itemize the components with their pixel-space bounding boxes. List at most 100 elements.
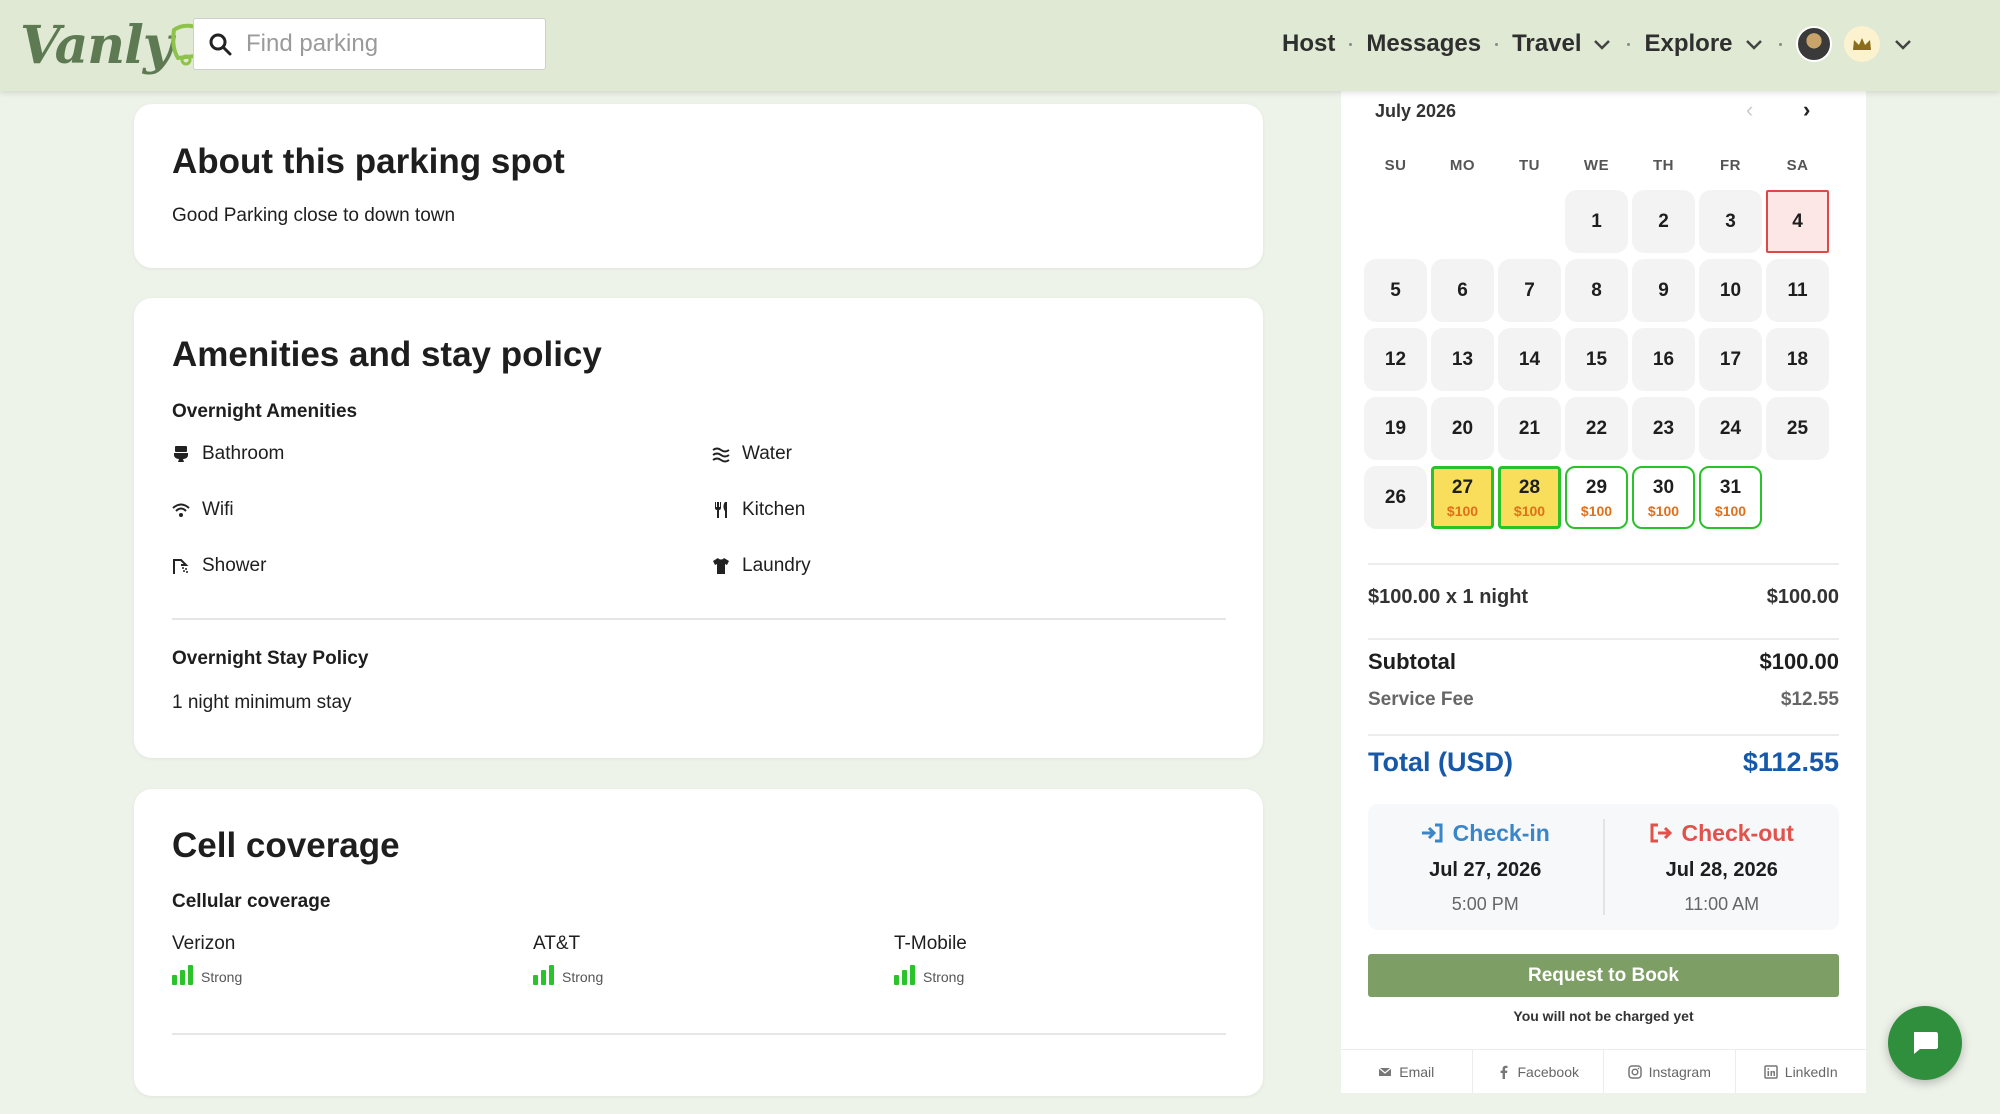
calendar-day[interactable]: 19 [1364, 397, 1427, 460]
day-number: 9 [1658, 279, 1669, 301]
calendar-day[interactable]: 21 [1498, 397, 1561, 460]
nav-travel[interactable]: Travel [1512, 30, 1613, 58]
check-out-date: Jul 28, 2026 [1665, 858, 1778, 881]
calendar-day[interactable]: 27 $100 [1431, 466, 1494, 529]
weekday-label: SU [1384, 157, 1407, 174]
nav-travel-label: Travel [1512, 30, 1582, 57]
share-email-label: Email [1399, 1063, 1435, 1080]
share-instagram-label: Instagram [1648, 1063, 1711, 1080]
calendar-day[interactable]: 7 [1498, 259, 1561, 322]
share-email[interactable]: Email [1341, 1050, 1473, 1093]
calendar-day[interactable]: 8 [1565, 259, 1628, 322]
check-in-out-box: Check-in Jul 27, 2026 5:00 PM Check-out … [1368, 804, 1839, 930]
search-input[interactable] [246, 30, 516, 58]
wifi-icon [172, 503, 190, 517]
total-value: $112.55 [1742, 747, 1839, 777]
nav-messages[interactable]: Messages [1366, 30, 1481, 58]
calendar-day[interactable]: 3 [1699, 190, 1762, 253]
day-number: 2 [1658, 210, 1669, 232]
day-number: 17 [1719, 348, 1742, 370]
subtotal-label: Subtotal [1368, 649, 1456, 674]
calendar-next-button[interactable]: › [1803, 97, 1810, 123]
weekday-label: WE [1583, 157, 1610, 174]
day-number: 14 [1518, 348, 1541, 370]
weekday-label: SA [1786, 157, 1809, 174]
share-instagram[interactable]: Instagram [1604, 1050, 1736, 1093]
calendar-day[interactable]: 18 [1766, 328, 1829, 391]
chevron-down-icon [1894, 40, 1911, 50]
share-facebook[interactable]: Facebook [1473, 1050, 1604, 1093]
calendar-day[interactable]: 14 [1498, 328, 1561, 391]
amenity-bathroom: Bathroom [172, 443, 284, 465]
carrier-att: AT&T Strong [533, 933, 603, 985]
calendar-day[interactable]: 23 [1632, 397, 1695, 460]
calendar-prev-button[interactable]: ‹ [1746, 97, 1753, 123]
calendar-day[interactable]: 9 [1632, 259, 1695, 322]
amenity-label: Laundry [742, 555, 811, 576]
calendar-day[interactable]: 29 $100 [1565, 466, 1628, 529]
calendar-day[interactable]: 11 [1766, 259, 1829, 322]
day-number: 31 [1719, 476, 1742, 498]
calendar-day[interactable]: 22 [1565, 397, 1628, 460]
check-out-label: Check-out [1681, 819, 1794, 846]
amenity-label: Shower [202, 555, 267, 576]
calendar-day[interactable]: 24 [1699, 397, 1762, 460]
day-number: 16 [1652, 348, 1675, 370]
day-number: 20 [1451, 417, 1474, 439]
calendar-day[interactable]: 25 [1766, 397, 1829, 460]
weekday-label: MO [1449, 157, 1476, 174]
shirt-icon [713, 558, 729, 574]
calendar-day[interactable]: 13 [1431, 328, 1494, 391]
calendar-day[interactable]: 10 [1699, 259, 1762, 322]
calendar-day[interactable]: 2 [1632, 190, 1695, 253]
check-out-time: 11:00 AM [1684, 893, 1760, 914]
cell-coverage-title: Cell coverage [172, 826, 400, 865]
day-number: 11 [1787, 279, 1808, 301]
nav-explore[interactable]: Explore [1644, 30, 1764, 58]
stay-policy-text: 1 night minimum stay [172, 692, 352, 713]
calendar-day[interactable]: 15 [1565, 328, 1628, 391]
day-number: 5 [1390, 279, 1401, 301]
calendar-day[interactable]: 17 [1699, 328, 1762, 391]
calendar-day[interactable]: 31 $100 [1699, 466, 1762, 529]
amenity-label: Kitchen [742, 499, 806, 520]
chat-bubble-icon [1914, 1032, 1938, 1054]
calendar-day[interactable]: 4 [1766, 190, 1829, 253]
share-linkedin[interactable]: LinkedIn [1736, 1050, 1867, 1093]
calendar-day[interactable]: 5 [1364, 259, 1427, 322]
user-menu[interactable] [1795, 26, 1914, 62]
amenity-water: Water [712, 443, 792, 465]
chevron-down-icon [1594, 40, 1611, 50]
sign-in-icon [1421, 823, 1443, 843]
vanly-logo[interactable]: Vanly [20, 12, 218, 78]
avatar[interactable] [1795, 26, 1832, 62]
chevron-down-icon [1745, 40, 1762, 50]
calendar-day[interactable]: 26 [1364, 466, 1427, 529]
day-price: $100 [1513, 502, 1546, 519]
day-number: 8 [1591, 279, 1602, 301]
nav-host[interactable]: Host [1282, 30, 1335, 58]
day-number: 23 [1652, 417, 1675, 439]
calendar-day[interactable]: 16 [1632, 328, 1695, 391]
nightly-value: $100.00 [1766, 586, 1839, 608]
carrier-verizon: Verizon Strong [172, 933, 242, 985]
total-label: Total (USD) [1368, 747, 1513, 777]
request-to-book-button[interactable]: Request to Book [1368, 954, 1839, 997]
calendar-day[interactable]: 6 [1431, 259, 1494, 322]
overnight-amenities-label: Overnight Amenities [172, 401, 358, 422]
check-in-time: 5:00 PM [1451, 893, 1519, 914]
carrier-name: AT&T [533, 933, 581, 954]
calendar-day[interactable]: 30 $100 [1632, 466, 1695, 529]
check-out-block: Check-out Jul 28, 2026 11:00 AM [1605, 804, 1840, 930]
day-price: $100 [1647, 502, 1680, 519]
calendar-day[interactable]: 20 [1431, 397, 1494, 460]
calendar-day[interactable]: 1 [1565, 190, 1628, 253]
calendar-day[interactable]: 28 $100 [1498, 466, 1561, 529]
search-bar[interactable] [193, 18, 546, 70]
amenity-label: Water [742, 443, 792, 464]
water-icon [712, 447, 730, 463]
calendar-day[interactable]: 12 [1364, 328, 1427, 391]
chat-button[interactable] [1888, 1006, 1962, 1080]
booking-panel: July 2026 ‹ › $100.00 x 1 night $100.00 … [1341, 91, 1866, 1093]
day-price: $100 [1714, 502, 1747, 519]
